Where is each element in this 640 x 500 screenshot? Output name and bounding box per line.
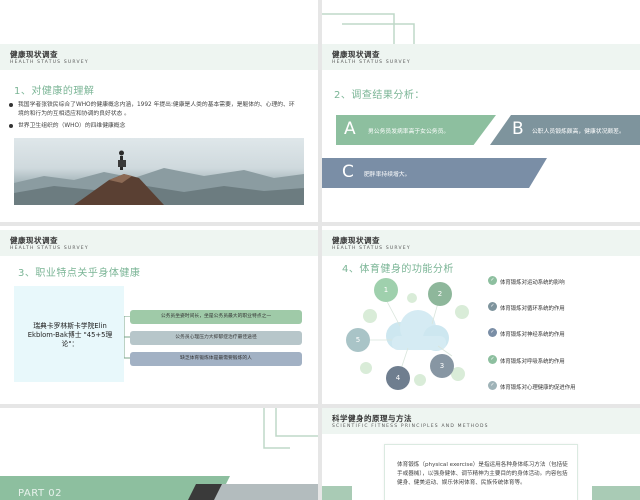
result-card-c: C 肥胖率持续增大。 bbox=[322, 158, 547, 188]
slide-4-fitness-functions[interactable]: 健康现状调查 HEALTH STATUS SURVEY 4、体育健身的功能分析 … bbox=[322, 226, 640, 404]
check-icon: ✓ bbox=[488, 328, 497, 337]
part-label: PART 02 bbox=[18, 488, 62, 499]
bullet-item: 我国学者张铁民综合了WHO的健康概念内涵，1992 年提出:健康是人类的基本需要… bbox=[9, 101, 300, 119]
bullet-icon bbox=[9, 103, 13, 107]
function-item-text: 体育锻炼对循环系统的作用 bbox=[500, 306, 565, 312]
function-list-item: ✓ 体育锻炼对神经系统的作用 bbox=[488, 328, 565, 338]
definition-text: 体育锻炼（physical exercise）是指运用各种身体练习方法（包括徒手… bbox=[397, 462, 568, 486]
card-letter: B bbox=[512, 119, 524, 139]
slide-6-fitness-principles[interactable]: 科学健身的原理与方法 SCIENTIFIC FITNESS PRINCIPLES… bbox=[322, 408, 640, 500]
header-title: 健康现状调查 bbox=[332, 50, 380, 59]
function-item-text: 体育锻炼对呼吸系统的作用 bbox=[500, 359, 565, 365]
bullet-item: 世界卫生组织的（WHO）的四维健康概念 bbox=[9, 122, 300, 131]
header-title: 健康现状调查 bbox=[10, 236, 58, 245]
theory-text: 瑞典卡罗林斯卡学院Elin Ekblom-Bak博士 "45+5理论"： bbox=[27, 322, 113, 348]
function-circle-2: 2 bbox=[428, 282, 452, 306]
check-icon: ✓ bbox=[488, 276, 497, 285]
header-subtitle: HEALTH STATUS SURVEY bbox=[332, 60, 411, 65]
slide-2-survey-results[interactable]: 健康现状调查 HEALTH STATUS SURVEY 2、调查结果分析： A … bbox=[322, 0, 640, 222]
section-title: 1、对健康的理解 bbox=[14, 86, 95, 97]
slide-3-occupation-health[interactable]: 健康现状调查 HEALTH STATUS SURVEY 3、职业特点关乎身体健康… bbox=[0, 226, 318, 404]
function-circle-4: 4 bbox=[386, 366, 410, 390]
function-circle-5: 5 bbox=[346, 328, 370, 352]
header-title: 健康现状调查 bbox=[10, 50, 58, 59]
header-subtitle: HEALTH STATUS SURVEY bbox=[10, 246, 89, 251]
slide-5-part-02[interactable]: PART 02 bbox=[0, 408, 318, 500]
slide-header: 健康现状调查 HEALTH STATUS SURVEY bbox=[0, 230, 318, 256]
bullet-icon bbox=[9, 124, 13, 128]
card-text: 肥胖率持续增大。 bbox=[364, 172, 411, 178]
function-list-item: ✓ 体育锻炼对循环系统的作用 bbox=[488, 302, 565, 312]
result-card-b: B 公职人员锻炼颇高，健康状况颇差。 bbox=[490, 115, 640, 145]
section-title: 4、体育健身的功能分析 bbox=[342, 264, 454, 275]
slide-header: 健康现状调查 HEALTH STATUS SURVEY bbox=[322, 44, 640, 70]
fact-pill: 公务员心理压力大抑郁症治疗最佳途径 bbox=[130, 331, 302, 345]
header-subtitle: HEALTH STATUS SURVEY bbox=[332, 246, 411, 251]
check-icon: ✓ bbox=[488, 302, 497, 311]
section-title: 3、职业特点关乎身体健康 bbox=[18, 268, 141, 279]
header-subtitle: SCIENTIFIC FITNESS PRINCIPLES AND METHOD… bbox=[332, 424, 489, 429]
function-item-text: 体育锻炼对运动系统的影响 bbox=[500, 280, 565, 286]
theory-box: 瑞典卡罗林斯卡学院Elin Ekblom-Bak博士 "45+5理论"： bbox=[14, 286, 124, 382]
card-text: 男公务员发病率高于女公务员。 bbox=[368, 129, 450, 135]
check-icon: ✓ bbox=[488, 381, 497, 390]
function-list-item: ✓ 体育锻炼对呼吸系统的作用 bbox=[488, 355, 565, 365]
connector-lines bbox=[124, 316, 130, 359]
result-card-a: A 男公务员发病率高于女公务员。 bbox=[336, 115, 496, 145]
definition-box: 体育锻炼（physical exercise）是指运用各种身体练习方法（包括徒手… bbox=[384, 444, 578, 500]
card-text: 公职人员锻炼颇高，健康状况颇差。 bbox=[532, 129, 625, 135]
card-letter: A bbox=[344, 119, 356, 139]
section-title: 2、调查结果分析： bbox=[334, 90, 425, 101]
bullet-text: 我国学者张铁民综合了WHO的健康概念内涵，1992 年提出:健康是人类的基本需要… bbox=[18, 102, 295, 117]
check-icon: ✓ bbox=[488, 355, 497, 364]
mountain-hiker-photo bbox=[14, 138, 304, 205]
header-subtitle: HEALTH STATUS SURVEY bbox=[10, 60, 89, 65]
slide-header: 健康现状调查 HEALTH STATUS SURVEY bbox=[322, 230, 640, 256]
mountain-landscape-image bbox=[14, 150, 304, 205]
fact-pill: 公务员坐姿时间长，坐是公务员最大的职业特点之一 bbox=[130, 310, 302, 324]
function-circle-3: 3 bbox=[430, 354, 454, 378]
function-list-item: ✓ 体育锻炼对心理健康的促进作用 bbox=[488, 381, 576, 391]
header-title: 科学健身的原理与方法 bbox=[332, 414, 412, 423]
function-list-item: ✓ 体育锻炼对运动系统的影响 bbox=[488, 276, 565, 286]
fact-pill: 缺乏体育锻炼体是最需要锻炼的人 bbox=[130, 352, 302, 366]
function-circle-1: 1 bbox=[374, 278, 398, 302]
header-title: 健康现状调查 bbox=[332, 236, 380, 245]
slide-header: 科学健身的原理与方法 SCIENTIFIC FITNESS PRINCIPLES… bbox=[322, 408, 640, 434]
bullet-text: 世界卫生组织的（WHO）的四维健康概念 bbox=[18, 123, 126, 129]
function-item-text: 体育锻炼对心理健康的促进作用 bbox=[500, 385, 576, 391]
slide-1-health-understanding[interactable]: 健康现状调查 HEALTH STATUS SURVEY 1、对健康的理解 我国学… bbox=[0, 0, 318, 222]
function-item-text: 体育锻炼对神经系统的作用 bbox=[500, 332, 565, 338]
slide-header: 健康现状调查 HEALTH STATUS SURVEY bbox=[0, 44, 318, 70]
decorative-shapes bbox=[0, 408, 318, 500]
card-letter: C bbox=[342, 162, 354, 182]
